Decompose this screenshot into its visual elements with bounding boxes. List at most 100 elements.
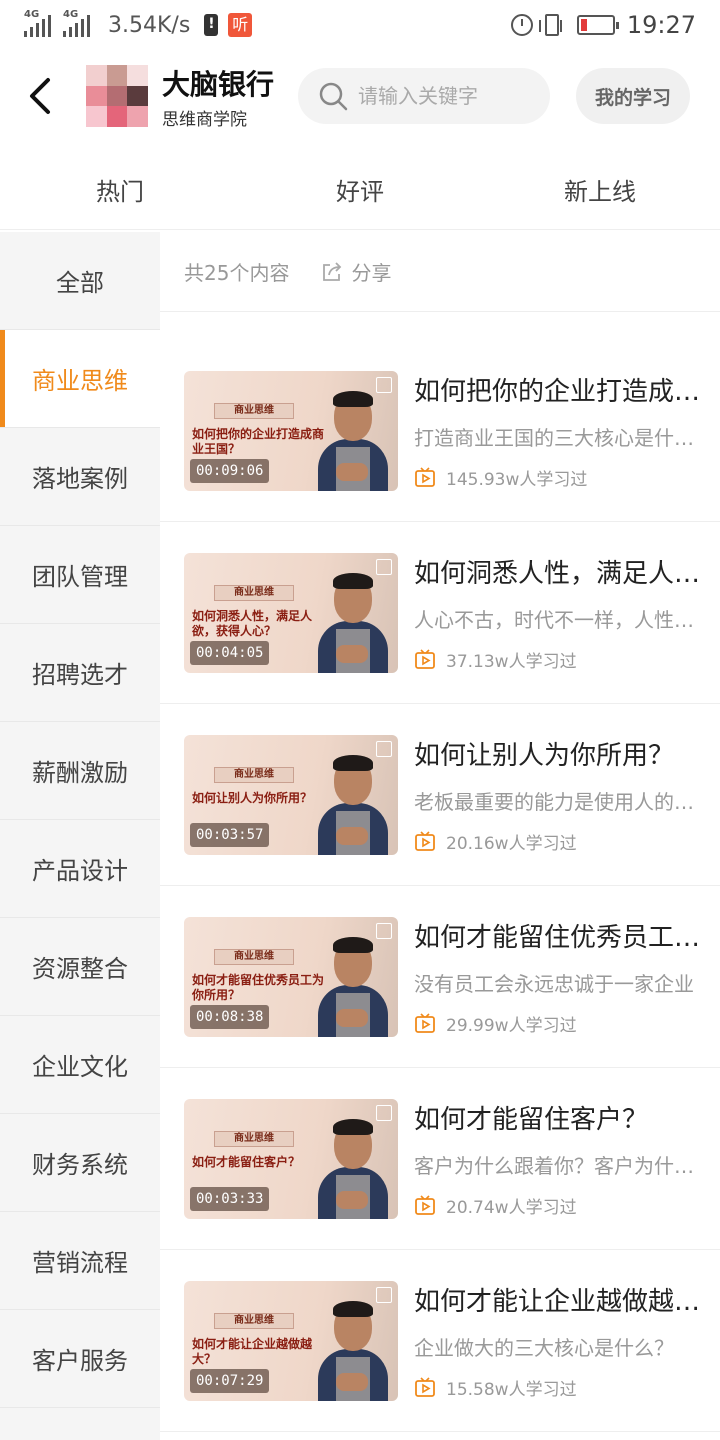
video-icon (415, 466, 435, 487)
share-label: 分享 (351, 261, 392, 285)
view-count: 145.93w人学习过 (446, 470, 588, 490)
course-description: 打造商业王国的三大核心是什么？ (414, 426, 704, 450)
duration-badge: 00:03:57 (190, 822, 270, 847)
thumb-tag: 商业思维 (214, 402, 294, 419)
share-button[interactable]: 分享 (321, 257, 391, 286)
instructor-image (318, 389, 388, 491)
video-icon (415, 1012, 435, 1033)
course-description: 老板最重要的能力是使用人的能力 (414, 790, 704, 814)
sidebar-item-cases[interactable]: 落地案例 (0, 428, 160, 526)
list-header: 共25个内容 分享 (160, 232, 720, 312)
sidebar-item-customer-service[interactable]: 客户服务 (0, 1310, 160, 1408)
view-count: 37.13w人学习过 (446, 652, 577, 672)
video-icon (415, 1194, 435, 1215)
course-thumbnail[interactable]: 商业思维 如何才能让企业越做越大？ 00:07:29 (184, 1280, 398, 1401)
course-title[interactable]: 如何才能留住客户？ (414, 1099, 704, 1136)
view-count: 29.99w人学习过 (446, 1016, 577, 1036)
thumb-tag: 商业思维 (214, 766, 294, 783)
sidebar-item-team-management[interactable]: 团队管理 (0, 526, 160, 624)
thumb-title: 如何才能留住客户？ (192, 1154, 301, 1169)
thumb-tag: 商业思维 (214, 948, 294, 965)
status-bar: 4G 4G 3.54K/s 听 19:27 (0, 0, 720, 50)
course-thumbnail[interactable]: 商业思维 如何才能留住优秀员工为你所用？ 00:08:38 (184, 916, 398, 1037)
clock: 19:27 (626, 11, 696, 39)
list-item[interactable]: 商业思维 如何让别人为你所用？ 00:03:57 如何让别人为你所用？ 老板最重… (160, 704, 720, 886)
tab-good-reviews[interactable]: 好评 (240, 150, 480, 229)
instructor-image (318, 1299, 388, 1401)
duration-badge: 00:08:38 (190, 1004, 270, 1029)
thumb-title: 如何把你的企业打造成商业王国？ (192, 426, 325, 456)
course-thumbnail[interactable]: 商业思维 如何让别人为你所用？ 00:03:57 (184, 734, 398, 855)
sidebar-item-recruiting[interactable]: 招聘选才 (0, 624, 160, 722)
course-thumbnail[interactable]: 商业思维 如何洞悉人性，满足人欲，获得人心？ 00:04:05 (184, 552, 398, 673)
search-input[interactable] (358, 84, 539, 108)
thumb-title: 如何才能留住优秀员工为你所用？ (192, 972, 325, 1002)
course-description: 客户为什么跟着你？客户为什么离开你？ (414, 1154, 704, 1178)
course-title[interactable]: 如何让别人为你所用？ (414, 735, 704, 772)
thumb-title: 如何洞悉人性，满足人欲，获得人心？ (192, 608, 313, 638)
sidebar-item-culture[interactable]: 企业文化 (0, 1016, 160, 1114)
share-icon (323, 261, 342, 281)
list-item[interactable]: 商业思维 如何才能留住优秀员工为你所用？ 00:08:38 如何才能留住优秀员工… (160, 886, 720, 1068)
brand-subtitle: 思维商学院 (162, 109, 247, 130)
course-description: 企业做大的三大核心是什么？ (414, 1336, 674, 1360)
header: 大脑银行 思维商学院 我的学习 (0, 54, 720, 138)
course-title[interactable]: 如何洞悉人性，满足人欲，获得人心？ (414, 553, 704, 590)
view-count: 20.74w人学习过 (446, 1198, 577, 1218)
view-count: 20.16w人学习过 (446, 834, 577, 854)
signal-icon-2: 4G (63, 9, 90, 37)
sidebar-item-finance[interactable]: 财务系统 (0, 1114, 160, 1212)
list-item[interactable]: 商业思维 如何洞悉人性，满足人欲，获得人心？ 00:04:05 如何洞悉人性，满… (160, 522, 720, 704)
listen-app-icon: 听 (228, 13, 253, 37)
course-title[interactable]: 如何才能让企业越做越大？ (414, 1281, 704, 1318)
thumb-tag: 商业思维 (214, 584, 294, 601)
course-title[interactable]: 如何把你的企业打造成商业王国？ (414, 371, 704, 408)
brand: 大脑银行 思维商学院 (162, 63, 274, 130)
list-item[interactable]: 商业思维 如何才能让企业越做越大？ 00:07:29 如何才能让企业越做越大？ … (160, 1250, 720, 1432)
list-item[interactable]: 商业思维 如何才能留住客户？ 00:03:33 如何才能留住客户？ 客户为什么跟… (160, 1068, 720, 1250)
instructor-image (318, 1117, 388, 1219)
video-icon (415, 830, 435, 851)
signal-icon: 4G (24, 9, 51, 37)
network-type-label-2: 4G (63, 9, 79, 20)
vibrate-icon (538, 14, 562, 36)
search-box[interactable] (298, 68, 551, 124)
network-type-label: 4G (24, 9, 40, 20)
video-icon (415, 1376, 435, 1397)
search-icon (319, 82, 348, 111)
duration-badge: 00:07:29 (190, 1368, 270, 1393)
course-thumbnail[interactable]: 商业思维 如何才能留住客户？ 00:03:33 (184, 1098, 398, 1219)
back-button[interactable] (0, 54, 80, 138)
sidebar-item-compensation[interactable]: 薪酬激励 (0, 722, 160, 820)
instructor-image (318, 753, 388, 855)
video-icon (415, 648, 435, 669)
thumb-title: 如何让别人为你所用？ (192, 790, 313, 805)
sidebar-item-resource-integration[interactable]: 资源整合 (0, 918, 160, 1016)
tab-new[interactable]: 新上线 (480, 150, 720, 229)
instructor-image (318, 571, 388, 673)
duration-badge: 00:04:05 (190, 640, 270, 665)
brand-name: 大脑银行 (162, 67, 275, 101)
list-item[interactable]: 商业思维 如何把你的企业打造成商业王国？ 00:09:06 如何把你的企业打造成… (160, 340, 720, 522)
thumb-title: 如何才能让企业越做越大？ (192, 1336, 313, 1366)
course-list: 共25个内容 分享 商业思维 如何把你的企业打造成商业王国？ 00:09:06 … (160, 232, 720, 1440)
tab-hot[interactable]: 热门 (0, 150, 240, 229)
thumb-tag: 商业思维 (214, 1130, 294, 1147)
battery-icon (576, 15, 619, 35)
sidebar-item-business-thinking[interactable]: 商业思维 (0, 330, 160, 428)
duration-badge: 00:03:33 (190, 1186, 270, 1211)
category-sidebar: 全部 商业思维 落地案例 团队管理 招聘选才 薪酬激励 产品设计 资源整合 企业… (0, 232, 160, 1440)
view-count: 15.58w人学习过 (446, 1380, 577, 1400)
thumb-tag: 商业思维 (214, 1312, 294, 1329)
chevron-left-icon (30, 78, 50, 114)
course-description: 没有员工会永远忠诚于一家企业 (414, 972, 694, 996)
avatar[interactable] (86, 65, 148, 127)
sidebar-item-all[interactable]: 全部 (0, 232, 160, 330)
sidebar-item-marketing[interactable]: 营销流程 (0, 1212, 160, 1310)
course-thumbnail[interactable]: 商业思维 如何把你的企业打造成商业王国？ 00:09:06 (184, 370, 398, 491)
my-study-button[interactable]: 我的学习 (576, 68, 691, 124)
sidebar-item-product-design[interactable]: 产品设计 (0, 820, 160, 918)
course-description: 人心不古，时代不一样，人性的需求也不同 (414, 608, 704, 632)
course-title[interactable]: 如何才能留住优秀员工为你所用？ (414, 917, 704, 954)
duration-badge: 00:09:06 (190, 458, 270, 483)
